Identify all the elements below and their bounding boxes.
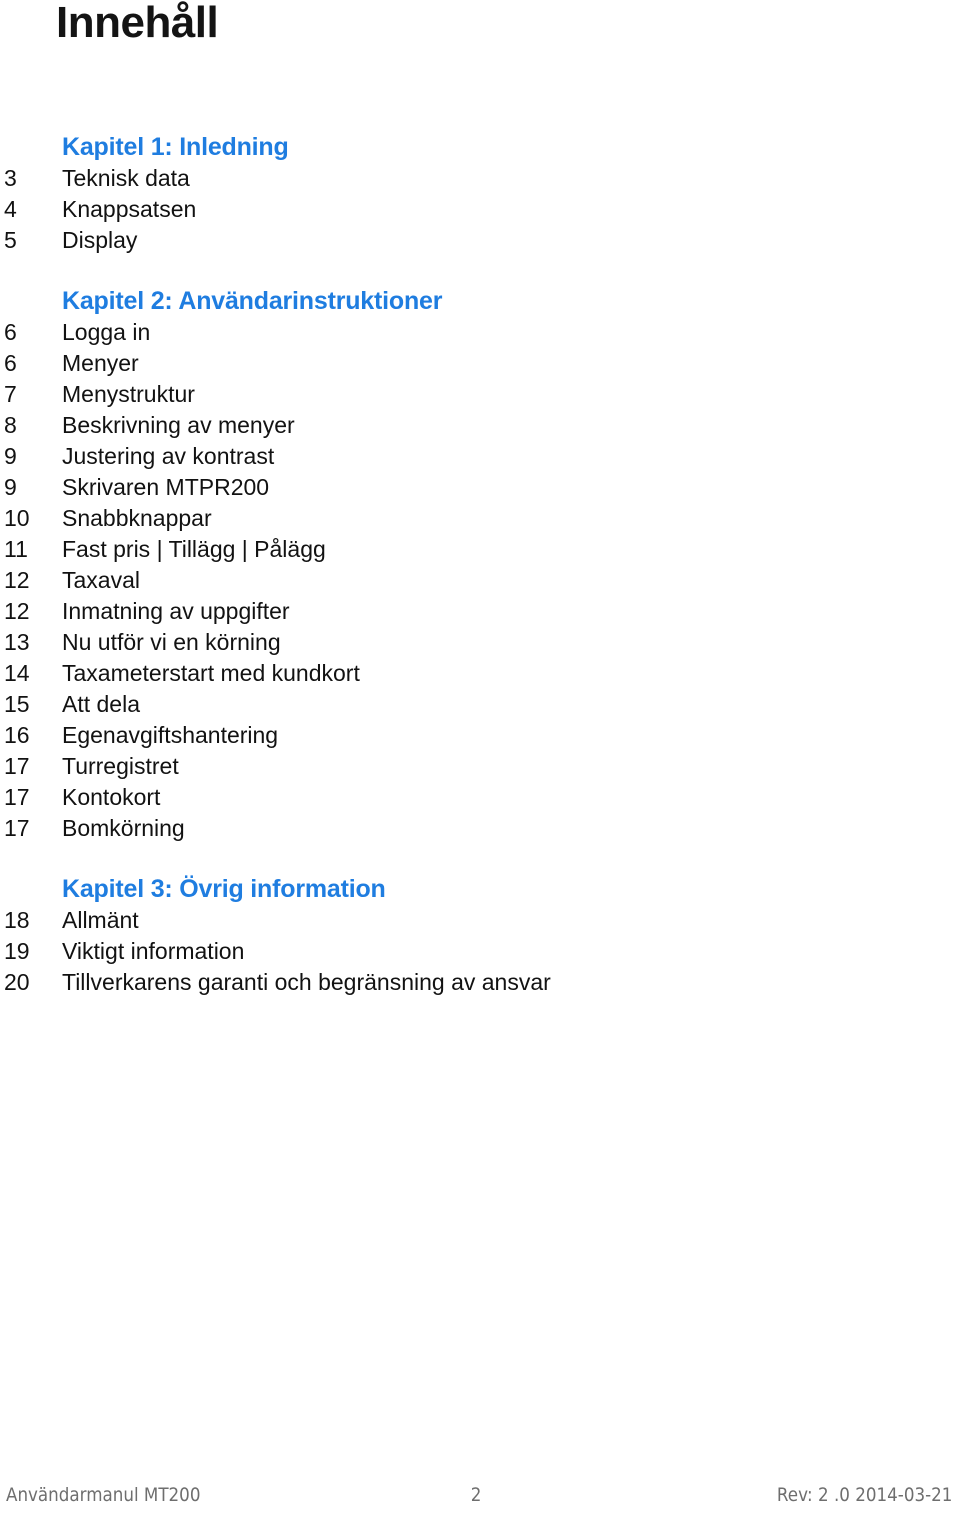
toc-entry[interactable]: 5 Display <box>0 225 960 256</box>
toc-entry[interactable]: 11 Fast pris | Tillägg | Pålägg <box>0 534 960 565</box>
toc-entry[interactable]: 19 Viktigt information <box>0 936 960 967</box>
toc-entry-label: Nu utför vi en körning <box>62 629 281 655</box>
toc-entry-page-number: 14 <box>4 660 30 686</box>
chapter-block: Kapitel 1: Inledning 3 Teknisk data 4 Knapps… <box>0 132 960 256</box>
toc-entry-label: Knappsatsen <box>62 196 197 222</box>
toc-entry[interactable]: 15 Att dela <box>0 689 960 720</box>
toc-entry[interactable]: 17 Turregistret <box>0 751 960 782</box>
toc-entry-page-number: 16 <box>4 722 30 748</box>
toc-entry-label: Teknisk data <box>62 165 190 191</box>
toc-entry[interactable]: 16 Egenavgiftshantering <box>0 720 960 751</box>
chapter-heading: Kapitel 3: Övrig information <box>62 875 386 903</box>
toc-entry-label: Tillverkarens garanti och begränsning av… <box>62 969 551 995</box>
toc-entry-label: Fast pris | Tillägg | Pålägg <box>62 536 326 562</box>
toc-entry-page-number: 6 <box>4 350 17 376</box>
toc-entry[interactable]: 6 Logga in <box>0 317 960 348</box>
toc-entry-label: Justering av kontrast <box>62 443 275 469</box>
toc-entry[interactable]: 3 Teknisk data <box>0 163 960 194</box>
chapter-heading: Kapitel 2: Användarinstruktioner <box>62 287 443 315</box>
chapter-spacer <box>0 256 960 286</box>
toc-entry-label: Snabbknappar <box>62 505 212 531</box>
toc-entry-page-number: 20 <box>4 969 30 995</box>
toc-entry-label: Skrivaren MTPR200 <box>62 474 270 500</box>
toc-entry-label: Att dela <box>62 691 140 717</box>
toc-entry-page-number: 15 <box>4 691 30 717</box>
toc-entry[interactable]: 17 Kontokort <box>0 782 960 813</box>
toc-entry-page-number: 18 <box>4 907 30 933</box>
toc-entry-page-number: 3 <box>4 165 17 191</box>
toc-entry-page-number: 9 <box>4 443 17 469</box>
toc-entry-label: Viktigt information <box>62 938 245 964</box>
toc-entry[interactable]: 6 Menyer <box>0 348 960 379</box>
toc-entry-page-number: 17 <box>4 784 30 810</box>
document-page: Innehåll Kapitel 1: Inledning 3 Teknisk da… <box>0 0 960 1520</box>
toc-entry[interactable]: 13 Nu utför vi en körning <box>0 627 960 658</box>
toc-entry-page-number: 8 <box>4 412 17 438</box>
chapter-block: Kapitel 3: Övrig information 18 Allmänt 19 V… <box>0 874 960 998</box>
toc-entry-page-number: 17 <box>4 753 30 779</box>
toc-entry[interactable]: 12 Taxaval <box>0 565 960 596</box>
toc-entry-label: Bomkörning <box>62 815 185 841</box>
toc-entry[interactable]: 17 Bomkörning <box>0 813 960 844</box>
toc-entry-label: Logga in <box>62 319 151 345</box>
toc-entry-label: Menyer <box>62 350 139 376</box>
toc-entry-page-number: 10 <box>4 505 30 531</box>
chapter-block: Kapitel 2: Användarinstruktioner 6 Logga i… <box>0 286 960 844</box>
toc-entry[interactable]: 8 Beskrivning av menyer <box>0 410 960 441</box>
toc-entry-label: Turregistret <box>62 753 179 779</box>
toc-entry[interactable]: 9 Justering av kontrast <box>0 441 960 472</box>
toc-entry-label: Allmänt <box>62 907 139 933</box>
toc-entry-page-number: 19 <box>4 938 30 964</box>
toc-entry-label: Inmatning av uppgifter <box>62 598 290 624</box>
toc-entry-label: Menystruktur <box>62 381 195 407</box>
toc-entry[interactable]: 20 Tillverkarens garanti och begränsning … <box>0 967 960 998</box>
toc-entry-label: Egenavgiftshantering <box>62 722 279 748</box>
toc-entry-label: Beskrivning av menyer <box>62 412 295 438</box>
toc-entry[interactable]: 14 Taxameterstart med kundkort <box>0 658 960 689</box>
toc-entry-list: 6 Logga in 6 Menyer 7 Menystruktur 8 Beskrivnin… <box>0 317 960 844</box>
toc-entry-page-number: 7 <box>4 381 17 407</box>
page-title: Innehåll <box>56 0 219 47</box>
toc-entry[interactable]: 18 Allmänt <box>0 905 960 936</box>
toc-entry-label: Display <box>62 227 138 253</box>
toc-entry-page-number: 12 <box>4 567 30 593</box>
footer-page-number: 2 <box>470 1484 482 1506</box>
table-of-contents: Kapitel 1: Inledning 3 Teknisk data 4 Knapps… <box>0 132 960 998</box>
toc-entry-page-number: 6 <box>4 319 17 345</box>
footer-revision: Rev: 2 .0 2014-03-21 <box>776 1484 952 1506</box>
chapter-spacer <box>0 844 960 874</box>
toc-entry[interactable]: 9 Skrivaren MTPR200 <box>0 472 960 503</box>
toc-entry-page-number: 13 <box>4 629 30 655</box>
toc-entry[interactable]: 10 Snabbknappar <box>0 503 960 534</box>
footer-document-name: Användarmanul MT200 <box>6 1484 201 1506</box>
toc-entry-page-number: 9 <box>4 474 17 500</box>
toc-entry[interactable]: 7 Menystruktur <box>0 379 960 410</box>
toc-entry-page-number: 11 <box>4 536 28 562</box>
toc-entry-page-number: 5 <box>4 227 17 253</box>
toc-entry[interactable]: 4 Knappsatsen <box>0 194 960 225</box>
toc-entry-label: Taxameterstart med kundkort <box>62 660 360 686</box>
toc-entry-list: 18 Allmänt 19 Viktigt information 20 Tillverk… <box>0 905 960 998</box>
toc-entry-page-number: 12 <box>4 598 30 624</box>
page-footer: Användarmanul MT200 2 Rev: 2 .0 2014-03-… <box>0 1482 960 1508</box>
toc-entry-list: 3 Teknisk data 4 Knappsatsen 5 Display <box>0 163 960 256</box>
toc-entry-label: Taxaval <box>62 567 140 593</box>
toc-entry[interactable]: 12 Inmatning av uppgifter <box>0 596 960 627</box>
toc-entry-page-number: 4 <box>4 196 17 222</box>
toc-entry-label: Kontokort <box>62 784 161 810</box>
toc-entry-page-number: 17 <box>4 815 30 841</box>
chapter-heading: Kapitel 1: Inledning <box>62 133 289 161</box>
